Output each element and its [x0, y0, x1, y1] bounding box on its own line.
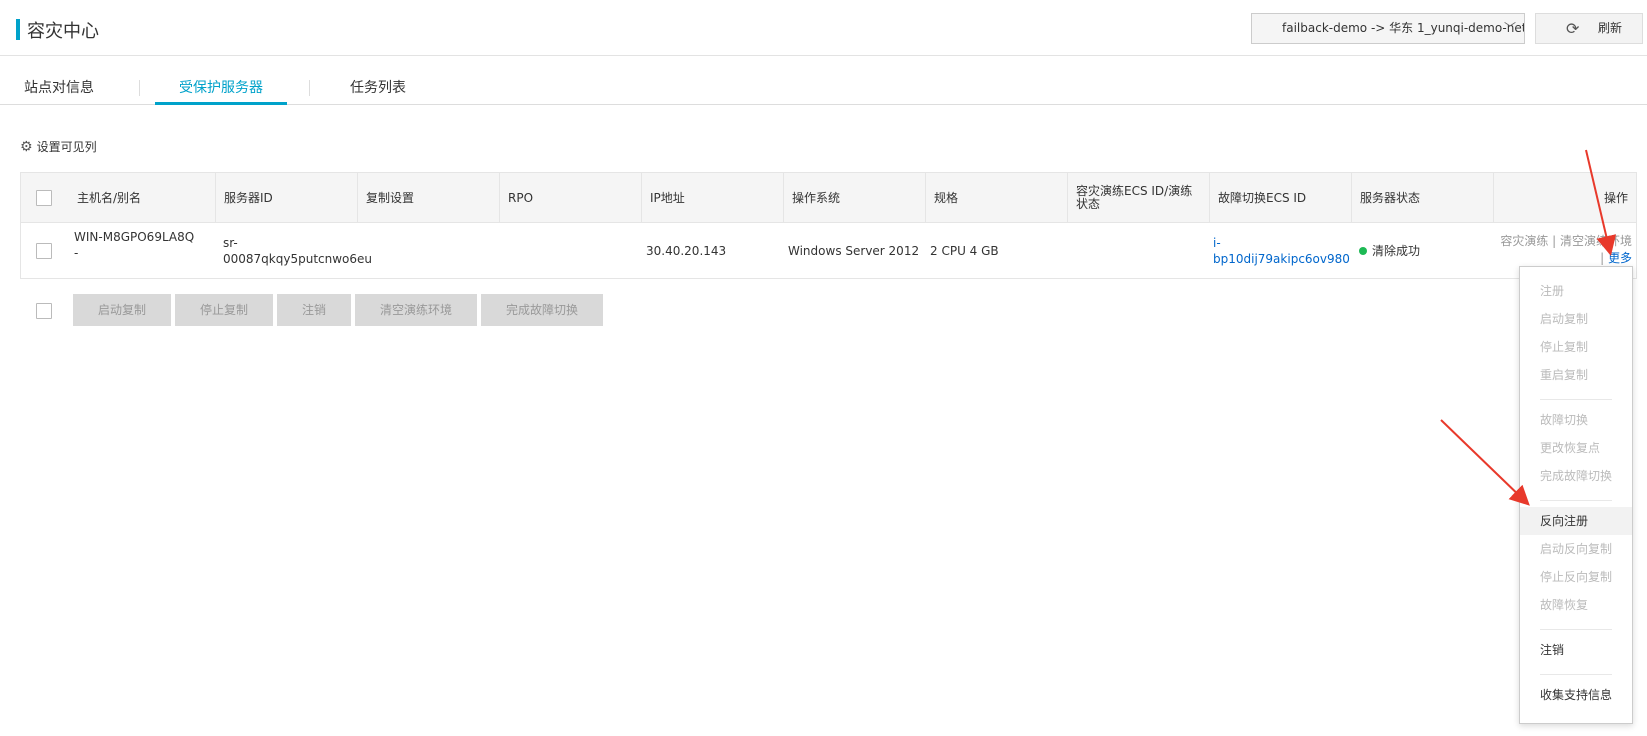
select-all-checkbox[interactable] [36, 190, 52, 206]
status-dot-icon [1359, 246, 1367, 255]
alias-text: - [74, 246, 79, 260]
failover-ecs-link[interactable]: i-bp10dij79akipc6ov980 [1213, 235, 1351, 267]
page-header: 容灾中心 failback-demo -> 华东 1_yunqi-demo-ne… [0, 0, 1647, 56]
menu-item-reverse-register[interactable]: 反向注册 [1520, 507, 1632, 535]
cell-server-status: 清除成功 [1351, 223, 1493, 278]
cell-spec: 2 CPU 4 GB [930, 243, 999, 258]
cell-drill [1064, 223, 1206, 278]
site-pair-select[interactable]: failback-demo -> 华东 1_yunqi-demo-net ﹀ [1251, 13, 1525, 44]
tab-task-list[interactable]: 任务列表 [350, 76, 406, 105]
header-os: 操作系统 [783, 173, 925, 223]
title-accent-bar [16, 19, 20, 40]
refresh-button[interactable]: ⟳ 刷新 [1535, 13, 1643, 44]
arrow-to-reverse-register [1440, 419, 1530, 506]
bulk-select-checkbox[interactable] [36, 303, 52, 319]
cell-hostname: WIN-M8GPO69LA8Q - [66, 223, 215, 278]
cell-os: Windows Server 2012 [788, 243, 920, 258]
menu-item-restart-replication[interactable]: 重启复制 [1520, 361, 1632, 389]
menu-divider [1540, 399, 1612, 400]
header-actions: 操作 [1493, 173, 1636, 223]
more-actions-menu: 注册 启动复制 停止复制 重启复制 故障切换 更改恢复点 完成故障切换 反向注册… [1519, 266, 1633, 724]
tab-protected-servers[interactable]: 受保护服务器 [155, 76, 287, 105]
menu-divider [1540, 629, 1612, 630]
tab-divider [139, 80, 140, 96]
row-checkbox-cell [36, 223, 66, 278]
header-rpo: RPO [499, 173, 641, 223]
tab-divider [309, 80, 310, 96]
deregister-button[interactable]: 注销 [277, 294, 351, 326]
page-title: 容灾中心 [27, 21, 99, 42]
refresh-icon: ⟳ [1566, 19, 1580, 38]
menu-item-failover[interactable]: 故障切换 [1520, 406, 1632, 434]
cell-replication [357, 223, 499, 278]
row-checkbox[interactable] [36, 242, 52, 259]
header-hostname: 主机名/别名 [21, 173, 215, 223]
menu-item-stop-reverse-replication[interactable]: 停止反向复制 [1520, 563, 1632, 591]
header-server-id: 服务器ID [215, 173, 357, 223]
cell-failover-ecs: i-bp10dij79akipc6ov980 [1206, 223, 1351, 278]
column-settings-link[interactable]: ⚙ 设置可见列 [20, 138, 97, 155]
table-row: WIN-M8GPO69LA8Q - sr- 00087qkqy5putcnwo6… [21, 223, 1636, 278]
chevron-down-icon: ﹀ [1503, 21, 1516, 35]
menu-item-start-reverse-replication[interactable]: 启动反向复制 [1520, 535, 1632, 563]
site-pair-value: failback-demo -> 华东 1_yunqi-demo-net [1282, 21, 1525, 35]
actions-separator: | [1600, 251, 1605, 265]
annotation-arrows [1440, 149, 1617, 506]
header-replication: 复制设置 [357, 173, 499, 223]
menu-item-failback[interactable]: 故障恢复 [1520, 591, 1632, 619]
status-text: 清除成功 [1372, 243, 1421, 258]
menu-item-change-recovery-point[interactable]: 更改恢复点 [1520, 434, 1632, 462]
start-replication-button[interactable]: 启动复制 [73, 294, 171, 326]
menu-item-stop-replication[interactable]: 停止复制 [1520, 333, 1632, 361]
column-settings-label: 设置可见列 [36, 140, 97, 154]
tab-bar: 站点对信息 受保护服务器 任务列表 [0, 76, 1647, 105]
complete-failover-button[interactable]: 完成故障切换 [481, 294, 603, 326]
gear-icon: ⚙ [20, 139, 33, 155]
menu-divider [1540, 674, 1612, 675]
menu-item-start-replication[interactable]: 启动复制 [1520, 305, 1632, 333]
refresh-label: 刷新 [1598, 21, 1623, 35]
header-ip: IP地址 [641, 173, 783, 223]
cell-ip: 30.40.20.143 [646, 243, 727, 258]
hostname-text: WIN-M8GPO69LA8Q [74, 230, 195, 244]
cell-server-id: sr- 00087qkqy5putcnwo6eu [215, 223, 373, 278]
menu-item-complete-failover[interactable]: 完成故障切换 [1520, 462, 1632, 490]
menu-item-collect-support-info[interactable]: 收集支持信息 [1520, 681, 1632, 709]
clear-drill-env-button[interactable]: 清空演练环境 [355, 294, 477, 326]
cell-actions: 容灾演练 | 清空演练环境 | 更多 [1500, 233, 1632, 267]
header-hostname-label: 主机名/别名 [77, 190, 142, 205]
servers-table: 主机名/别名 服务器ID 复制设置 RPO IP地址 操作系统 规格 容灾演练E… [20, 172, 1637, 279]
tab-site-pair-info[interactable]: 站点对信息 [24, 76, 94, 105]
table-header: 主机名/别名 服务器ID 复制设置 RPO IP地址 操作系统 规格 容灾演练E… [21, 173, 1636, 223]
header-failover-ecs: 故障切换ECS ID [1209, 173, 1351, 223]
server-id-line2: 00087qkqy5putcnwo6eu [223, 252, 373, 266]
header-spec: 规格 [925, 173, 1067, 223]
more-actions-link[interactable]: 更多 [1608, 251, 1632, 265]
menu-divider [1540, 500, 1612, 501]
menu-item-deregister[interactable]: 注销 [1520, 636, 1632, 664]
header-server-status: 服务器状态 [1351, 173, 1493, 223]
actions-line1[interactable]: 容灾演练 | 清空演练环境 [1500, 233, 1632, 250]
header-drill: 容灾演练ECS ID/演练状态 [1067, 173, 1209, 223]
cell-rpo [499, 223, 641, 278]
stop-replication-button[interactable]: 停止复制 [175, 294, 273, 326]
menu-item-register[interactable]: 注册 [1520, 277, 1632, 305]
server-id-line1: sr- [223, 236, 238, 250]
